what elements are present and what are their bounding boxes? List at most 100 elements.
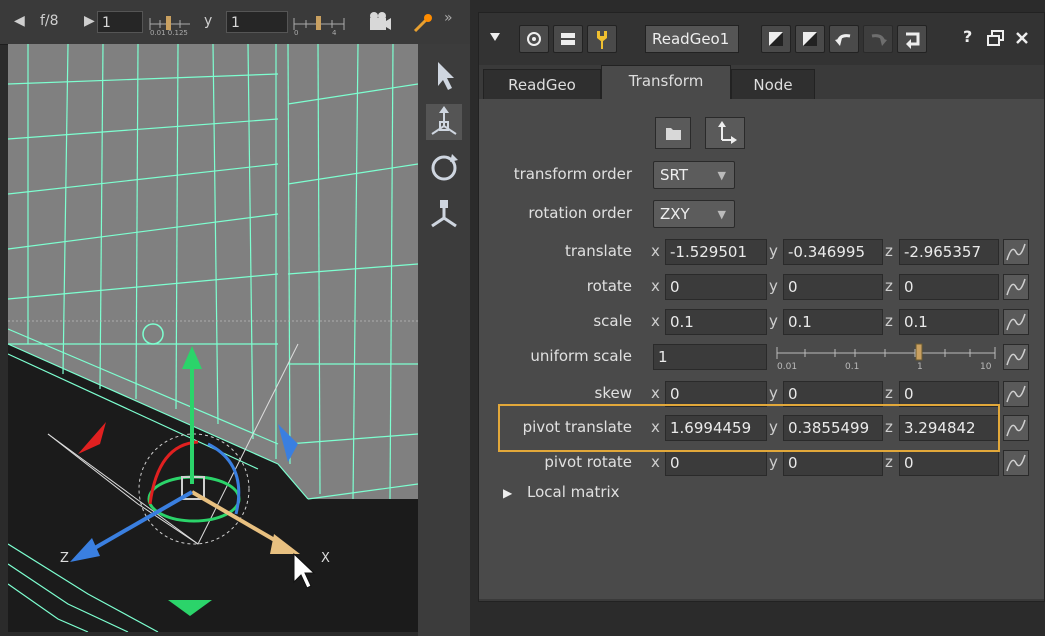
undo-button[interactable] bbox=[829, 25, 859, 53]
axis-x-label: x bbox=[651, 384, 660, 402]
pivot-rotate-label: pivot rotate bbox=[544, 453, 632, 471]
collapse-triangle-icon[interactable] bbox=[489, 31, 501, 43]
axis-x-label: x bbox=[651, 242, 660, 260]
redo-button[interactable] bbox=[863, 25, 893, 53]
curve-editor-icon[interactable] bbox=[1003, 415, 1029, 441]
rotate-z-input[interactable]: 0 bbox=[899, 274, 999, 300]
curve-editor-icon[interactable] bbox=[1003, 239, 1029, 265]
axis-tool-icon[interactable] bbox=[426, 196, 462, 232]
curve-editor-icon[interactable] bbox=[1003, 344, 1029, 370]
svg-text:0.01: 0.01 bbox=[777, 362, 797, 372]
node-name-field[interactable]: ReadGeo1 bbox=[645, 25, 739, 53]
scale-x-input[interactable]: 0.1 bbox=[665, 309, 767, 335]
properties-panel: ReadGeo1 ? ReadGeo Transform Node transf… bbox=[478, 12, 1045, 602]
svg-text:0.01 0.125: 0.01 0.125 bbox=[150, 29, 188, 36]
local-matrix-toggle[interactable]: ▶ Local matrix bbox=[503, 483, 620, 501]
axis-z-label: z bbox=[885, 312, 893, 330]
revert-button[interactable] bbox=[897, 25, 927, 53]
node-color-button[interactable] bbox=[553, 25, 583, 53]
translate-z-input[interactable]: -2.965357 bbox=[899, 239, 999, 265]
expand-triangle-icon: ▶ bbox=[503, 486, 513, 500]
help-button[interactable]: ? bbox=[963, 27, 972, 46]
curve-editor-icon[interactable] bbox=[1003, 309, 1029, 335]
curve-editor-icon[interactable] bbox=[1003, 381, 1029, 407]
viewer-toggle-button[interactable] bbox=[519, 25, 549, 53]
frame-slider[interactable]: 0.01 0.125 bbox=[148, 10, 192, 36]
close-icon[interactable] bbox=[1015, 31, 1029, 45]
dropdown-arrow-icon: ▼ bbox=[717, 208, 726, 221]
curve-editor-icon[interactable] bbox=[1003, 274, 1029, 300]
rotation-order-dropdown[interactable]: ZXY ▼ bbox=[653, 200, 735, 228]
wireframe-scene: X Z bbox=[8, 44, 418, 632]
svg-text:1: 1 bbox=[917, 362, 923, 372]
transform-tab-content: transform order SRT ▼ rotation order ZXY ▼… bbox=[479, 99, 1044, 599]
wrench-icon[interactable] bbox=[587, 25, 617, 53]
pivot-rotate-x-input[interactable]: 0 bbox=[665, 450, 767, 476]
expand-chevron-icon[interactable]: » bbox=[444, 10, 453, 26]
default-color-button[interactable] bbox=[761, 25, 791, 53]
frame-input[interactable]: 1 bbox=[97, 11, 143, 33]
axis-y-label: y bbox=[769, 453, 778, 471]
camera-icon[interactable] bbox=[368, 10, 392, 34]
rotate-label: rotate bbox=[586, 277, 632, 295]
scale-z-input[interactable]: 0.1 bbox=[899, 309, 999, 335]
pivot-rotate-y-input[interactable]: 0 bbox=[783, 450, 883, 476]
pivot-rotate-z-input[interactable]: 0 bbox=[899, 450, 999, 476]
axis-y-label: y bbox=[769, 242, 778, 260]
transform-order-dropdown[interactable]: SRT ▼ bbox=[653, 161, 735, 189]
axis-z-label: z bbox=[885, 453, 893, 471]
axis-y-label: y bbox=[769, 277, 778, 295]
select-arrow-icon[interactable] bbox=[426, 58, 462, 94]
uniform-scale-label: uniform scale bbox=[530, 347, 632, 365]
viewer-color-button[interactable] bbox=[795, 25, 825, 53]
next-frame-arrow-icon[interactable]: ▶ bbox=[84, 13, 95, 29]
translate-y-input[interactable]: -0.346995 bbox=[783, 239, 883, 265]
color-picker-icon[interactable] bbox=[412, 12, 434, 34]
translate-x-input[interactable]: -1.529501 bbox=[665, 239, 767, 265]
panel-header: ReadGeo1 ? bbox=[479, 13, 1044, 65]
tab-node[interactable]: Node bbox=[731, 69, 815, 99]
scale-label: scale bbox=[593, 312, 632, 330]
3d-viewport[interactable]: X Z bbox=[8, 44, 418, 632]
svg-text:4: 4 bbox=[332, 29, 337, 36]
viewer-toolbar: ◀ f/8 ▶ 1 0.01 0.125 y 1 0 4 » bbox=[0, 0, 470, 45]
uniform-scale-slider[interactable]: 0.01 0.1 1 10 bbox=[775, 341, 999, 373]
tab-transform[interactable]: Transform bbox=[601, 65, 731, 99]
transform-tool-icon[interactable] bbox=[426, 104, 462, 140]
local-matrix-label: Local matrix bbox=[527, 483, 620, 501]
axis-x-label: x bbox=[651, 453, 660, 471]
transform-order-label: transform order bbox=[513, 165, 632, 183]
axis-y-label: y bbox=[769, 384, 778, 402]
axis-handle-button[interactable] bbox=[705, 117, 745, 149]
viewer-panel: ◀ f/8 ▶ 1 0.01 0.125 y 1 0 4 » X Z bbox=[0, 0, 470, 636]
gizmo-x-label: X bbox=[321, 551, 330, 566]
axis-z-label: z bbox=[885, 242, 893, 260]
y-slider[interactable]: 0 4 bbox=[292, 10, 348, 36]
prev-frame-arrow-icon[interactable]: ◀ bbox=[14, 13, 25, 29]
viewer-tool-sidebar bbox=[418, 44, 470, 636]
axis-z-label: z bbox=[885, 384, 893, 402]
axis-y-label: y bbox=[769, 312, 778, 330]
pivot-translate-highlight bbox=[498, 404, 1000, 452]
svg-text:0: 0 bbox=[294, 29, 298, 36]
rotate-tool-icon[interactable] bbox=[426, 150, 462, 186]
y-input[interactable]: 1 bbox=[226, 11, 288, 33]
svg-text:10: 10 bbox=[980, 362, 992, 372]
tab-readgeo[interactable]: ReadGeo bbox=[483, 69, 601, 99]
rotate-x-input[interactable]: 0 bbox=[665, 274, 767, 300]
svg-text:0.1: 0.1 bbox=[845, 362, 859, 372]
axis-z-label: z bbox=[885, 277, 893, 295]
skew-label: skew bbox=[594, 384, 632, 402]
scale-y-input[interactable]: 0.1 bbox=[783, 309, 883, 335]
rotate-y-input[interactable]: 0 bbox=[783, 274, 883, 300]
gizmo-z-label: Z bbox=[60, 551, 69, 566]
tab-bar: ReadGeo Transform Node bbox=[479, 65, 1044, 99]
axis-x-label: x bbox=[651, 312, 660, 330]
rotation-order-label: rotation order bbox=[528, 204, 632, 222]
curve-editor-icon[interactable] bbox=[1003, 450, 1029, 476]
uniform-scale-input[interactable]: 1 bbox=[653, 344, 767, 370]
float-panel-icon[interactable] bbox=[987, 29, 1005, 47]
frame-label: f/8 bbox=[40, 13, 59, 29]
axis-x-label: x bbox=[651, 277, 660, 295]
folder-button[interactable] bbox=[655, 117, 691, 149]
